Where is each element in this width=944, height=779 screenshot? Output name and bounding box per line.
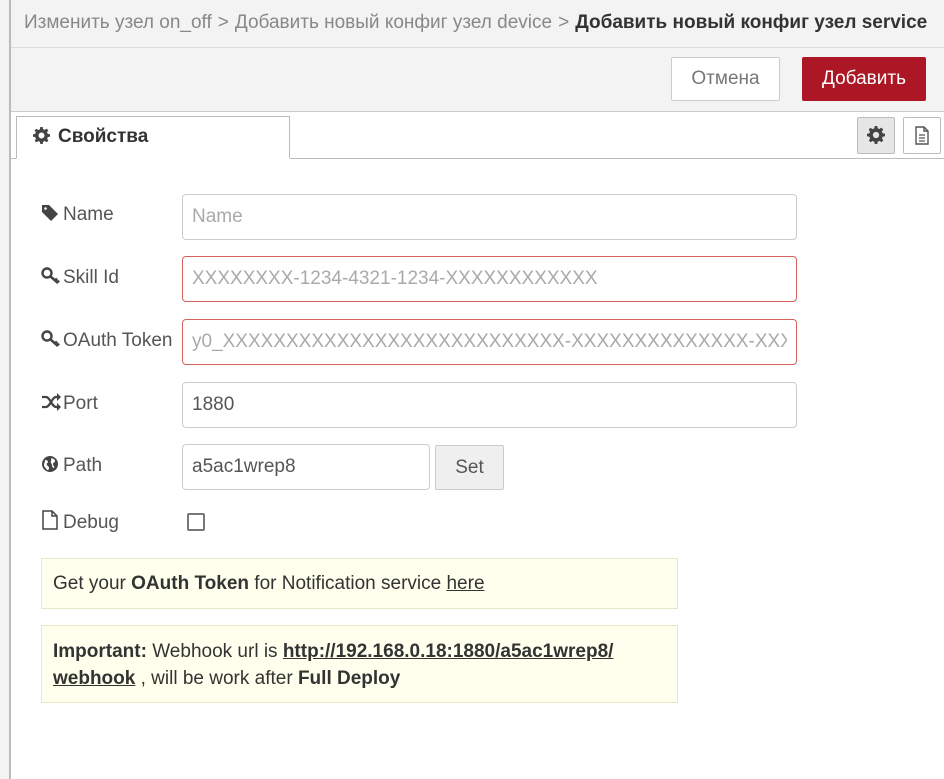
tab-properties[interactable]: Свойства	[16, 116, 290, 159]
gear-icon	[33, 119, 50, 144]
oauth-tip-bold: OAuth Token	[131, 573, 250, 594]
left-panel-edge	[0, 0, 11, 779]
path-label: Path	[41, 455, 102, 477]
oauth-tip: Get your OAuth Token for Notification se…	[41, 558, 678, 609]
tab-properties-label: Свойства	[58, 126, 149, 147]
full-deploy-text: Full Deploy	[297, 668, 401, 689]
webhook-url-part: webhook	[53, 668, 136, 689]
settings-tab-button[interactable]	[857, 117, 895, 154]
oauth-here-link[interactable]: here	[446, 573, 484, 594]
port-label-text: Port	[63, 393, 98, 414]
webhook-tip: Important: Webhook url is http://192.168…	[41, 625, 678, 703]
name-label-text: Name	[63, 204, 114, 225]
breadcrumb-current: Добавить новый конфиг узел service	[575, 12, 928, 33]
breadcrumb-separator: >	[217, 12, 229, 33]
skill-id-label-text: Skill Id	[63, 267, 119, 288]
name-input[interactable]	[182, 194, 797, 240]
tag-icon	[41, 204, 59, 222]
debug-label-text: Debug	[63, 512, 119, 533]
webhook-url-part: http://192.168.0.18:1880/a5ac1wrep8/	[282, 641, 614, 662]
globe-icon	[41, 455, 59, 473]
webhook-text-2: , will be work after	[135, 668, 298, 689]
set-path-button[interactable]: Set	[435, 445, 504, 490]
oauth-token-input[interactable]	[182, 319, 797, 365]
webhook-important: Important:	[53, 641, 147, 662]
path-label-text: Path	[63, 455, 103, 476]
edit-config-dialog: Изменить узел on_off > Добавить новый конф…	[11, 0, 944, 779]
name-label: Name	[41, 204, 114, 226]
description-tab-button[interactable]	[903, 117, 941, 154]
random-icon	[41, 393, 61, 411]
webhook-text: Webhook url is	[146, 641, 283, 662]
key-icon	[41, 330, 60, 348]
file-icon	[41, 510, 59, 530]
oauth-tip-prefix: Get your	[53, 573, 132, 594]
dialog-toolbar: Отмена Добавить	[11, 48, 944, 112]
breadcrumb: Изменить узел on_off > Добавить новый конф…	[11, 0, 944, 48]
tab-bar: Свойства	[11, 112, 944, 159]
breadcrumb-item[interactable]: Изменить узел on_off	[24, 12, 212, 33]
oauth-token-label: OAuth Token	[41, 330, 173, 352]
skill-id-input[interactable]	[182, 256, 797, 302]
key-icon	[41, 267, 60, 285]
path-input[interactable]	[182, 444, 430, 490]
debug-checkbox[interactable]	[187, 513, 205, 531]
breadcrumb-separator: >	[558, 12, 570, 33]
port-label: Port	[41, 393, 98, 415]
breadcrumb-item[interactable]: Добавить новый конфиг узел device	[235, 12, 552, 33]
debug-label: Debug	[41, 510, 119, 534]
add-button[interactable]: Добавить	[802, 57, 926, 101]
port-input[interactable]	[182, 382, 797, 428]
skill-id-label: Skill Id	[41, 267, 119, 289]
oauth-token-label-text: OAuth Token	[63, 330, 173, 351]
cancel-button[interactable]: Отмена	[671, 57, 780, 101]
oauth-tip-middle: for Notification service	[249, 573, 447, 594]
